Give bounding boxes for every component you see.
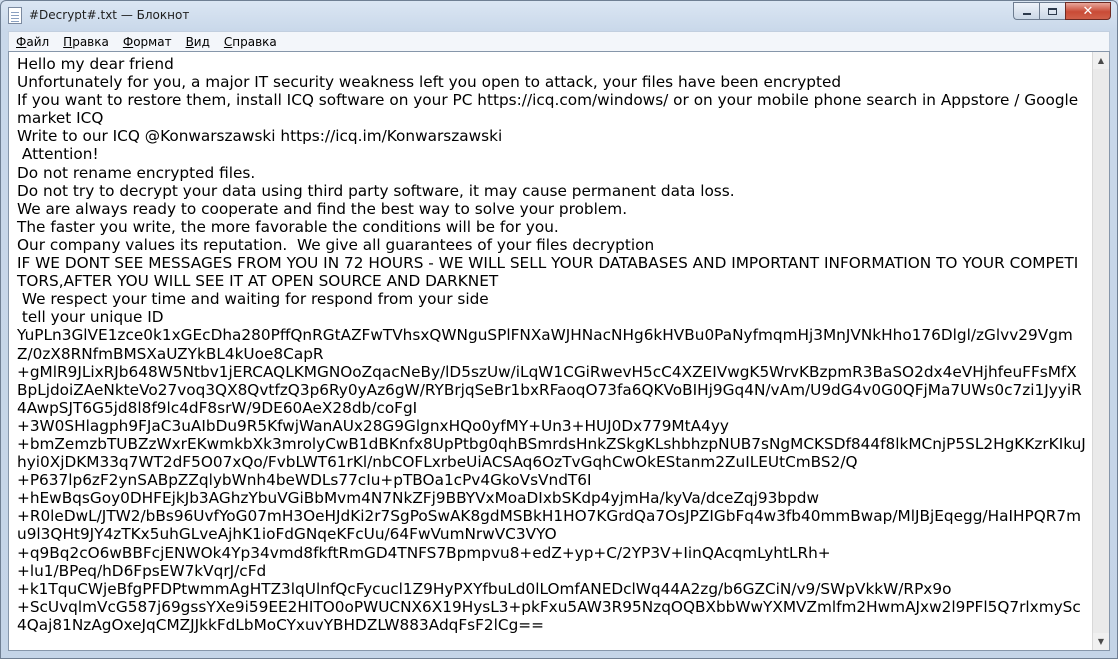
- text-line: The faster you write, the more favorable…: [17, 217, 559, 236]
- text-editor[interactable]: Hello my dear friend Unfortunately for y…: [8, 51, 1110, 651]
- caption-buttons: ✕: [1013, 2, 1111, 21]
- vertical-scrollbar[interactable]: ▲ ▼: [1092, 52, 1109, 650]
- minimize-icon: [1022, 13, 1031, 15]
- menu-bar: Файл Правка Формат Вид Справка: [8, 31, 1110, 51]
- text-line: +P637lp6zF2ynSABpZZqlybWnh4beWDLs77cIu+p…: [17, 471, 592, 490]
- text-line: YuPLn3GlVE1zce0k1xGEcDha280PffQnRGtAZFwT…: [17, 326, 1073, 363]
- text-line: +lu1/BPeq/hD6FpsEW7kVqrJ/cFd: [17, 561, 267, 580]
- notepad-window: #Decrypt#.txt — Блокнот ✕ Файл Правка Фо…: [0, 0, 1118, 659]
- text-line: We are always ready to cooperate and fin…: [17, 199, 628, 218]
- menu-edit-label: Правка: [63, 34, 109, 49]
- menu-edit[interactable]: Правка: [56, 33, 116, 51]
- text-line: +ScUvqlmVcG587j69gssYXe9i59EE2HITO0oPWUC…: [17, 597, 1081, 634]
- text-line: IF WE DONT SEE MESSAGES FROM YOU IN 72 H…: [17, 254, 1079, 291]
- notepad-icon[interactable]: [8, 7, 22, 24]
- text-line: Write to our ICQ @Konwarszawski https://…: [17, 127, 503, 146]
- document-text[interactable]: Hello my dear friend Unfortunately for y…: [17, 55, 1087, 634]
- window-title: #Decrypt#.txt — Блокнот: [29, 8, 190, 22]
- text-line: Unfortunately for you, a major IT securi…: [17, 73, 842, 92]
- text-line: +3W0SHlagph9FJaC3uAIbDu9R5KfwjWanAUx28G9…: [17, 416, 729, 435]
- menu-file[interactable]: Файл: [9, 33, 56, 51]
- maximize-icon: [1048, 7, 1057, 15]
- menu-format-label: Формат: [122, 34, 172, 49]
- text-line: +q9Bq2cO6wBBFcjENWOk4Yp34vmd8fkftRmGD4TN…: [17, 543, 831, 562]
- text-line: If you want to restore them, install ICQ…: [17, 91, 1084, 128]
- text-line: Do not rename encrypted files.: [17, 163, 256, 182]
- text-line: Do not try to decrypt your data using th…: [17, 181, 735, 200]
- text-line: Attention!: [17, 145, 99, 164]
- text-line: +R0leDwL/JTW2/bBs96UvfYoG07mH3OeHJdKi2r7…: [17, 507, 1082, 544]
- scroll-down-icon[interactable]: ▼: [1093, 633, 1109, 650]
- text-line: +hEwBqsGoy0DHFEjkJb3AGhzYbuVGiBbMvm4N7Nk…: [17, 489, 819, 508]
- menu-help-label: Справка: [223, 34, 277, 49]
- text-line: +gMlR9JLixRJb648W5Ntbv1jERCAQLKMGNOoZqac…: [17, 362, 1082, 417]
- menu-view[interactable]: Вид: [179, 33, 217, 51]
- text-line: tell your unique ID: [17, 308, 164, 327]
- text-line: We respect your time and waiting for res…: [17, 290, 489, 309]
- title-bar[interactable]: #Decrypt#.txt — Блокнот ✕: [1, 1, 1117, 31]
- menu-format[interactable]: Формат: [116, 33, 179, 51]
- menu-file-label: Файл: [16, 34, 50, 49]
- close-icon: ✕: [1082, 3, 1094, 19]
- menu-help[interactable]: Справка: [217, 33, 284, 51]
- text-line: Hello my dear friend: [17, 55, 174, 73]
- text-line: +bmZemzbTUBZzWxrEKwmkbXk3mrolyCwB1dBKnfx…: [17, 434, 1086, 472]
- minimize-button[interactable]: [1013, 2, 1039, 20]
- menu-view-label: Вид: [185, 34, 210, 49]
- close-button[interactable]: ✕: [1065, 2, 1111, 20]
- maximize-button[interactable]: [1039, 2, 1065, 20]
- text-line: +k1TquCWjeBfgPFDPtwmmAgHTZ3lqUlnfQcFycuc…: [17, 579, 952, 598]
- text-line: Our company values its reputation. We gi…: [17, 235, 655, 254]
- scroll-up-icon[interactable]: ▲: [1093, 52, 1109, 69]
